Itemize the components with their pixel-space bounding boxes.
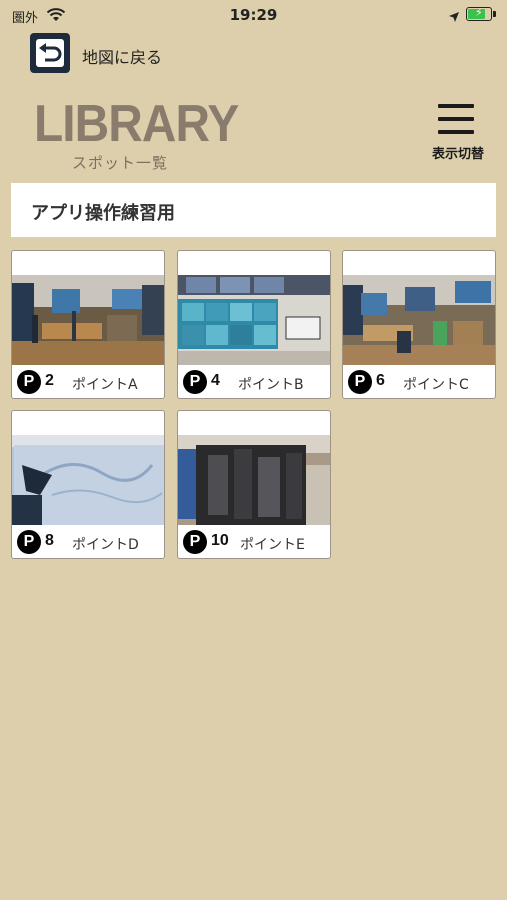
spot-caption: P 2 ポイントA [12, 367, 164, 398]
spot-card[interactable]: P 10 ポイントE [177, 410, 331, 559]
library-logo: LIBRARY [34, 95, 239, 153]
parking-point-icon: P [348, 370, 372, 394]
spot-photo [178, 275, 330, 365]
back-to-map-label[interactable]: 地図に戻る [82, 44, 162, 68]
spot-name: ポイントD [72, 537, 139, 553]
spot-number: 8 [45, 532, 54, 549]
status-bar: 圏外 19:29 ⚡ [0, 0, 507, 30]
spot-photo [12, 435, 164, 525]
spot-name: ポイントE [240, 537, 305, 553]
hamburger-menu-icon[interactable] [438, 104, 474, 134]
parking-point-icon: P [183, 530, 207, 554]
spot-number: 2 [45, 372, 54, 389]
location-arrow-icon [448, 8, 460, 27]
spot-number: 6 [376, 372, 385, 389]
status-time: 19:29 [229, 6, 278, 24]
spot-caption: P 8 ポイントD [12, 527, 164, 558]
spot-number: 4 [211, 372, 220, 389]
spot-photo [343, 275, 495, 365]
parking-point-icon: P [17, 530, 41, 554]
battery-tip [493, 11, 496, 17]
spot-name: ポイントC [403, 377, 469, 393]
spot-card[interactable]: P 4 ポイントB [177, 250, 331, 399]
library-subtitle: スポット一覧 [72, 154, 169, 172]
spot-card[interactable]: P 6 ポイントC [342, 250, 496, 399]
spot-caption: P 6 ポイントC [343, 367, 495, 398]
view-toggle-label[interactable]: 表示切替 [420, 143, 496, 162]
charging-bolt-icon: ⚡ [475, 6, 483, 19]
parking-point-icon: P [183, 370, 207, 394]
spot-name: ポイントA [72, 377, 138, 393]
spot-card[interactable]: P 2 ポイントA [11, 250, 165, 399]
spot-photo [12, 275, 164, 365]
spot-card[interactable]: P 8 ポイントD [11, 410, 165, 559]
spot-photo [178, 435, 330, 525]
category-title: アプリ操作練習用 [31, 203, 175, 224]
return-arrow-icon [36, 39, 64, 67]
back-to-map-button[interactable] [30, 33, 70, 73]
spot-name: ポイントB [238, 377, 304, 393]
spot-caption: P 4 ポイントB [178, 367, 330, 398]
spot-number: 10 [211, 532, 229, 549]
category-header: アプリ操作練習用 [11, 183, 496, 237]
battery-icon: ⚡ [466, 6, 496, 21]
spot-caption: P 10 ポイントE [178, 527, 330, 558]
parking-point-icon: P [17, 370, 41, 394]
